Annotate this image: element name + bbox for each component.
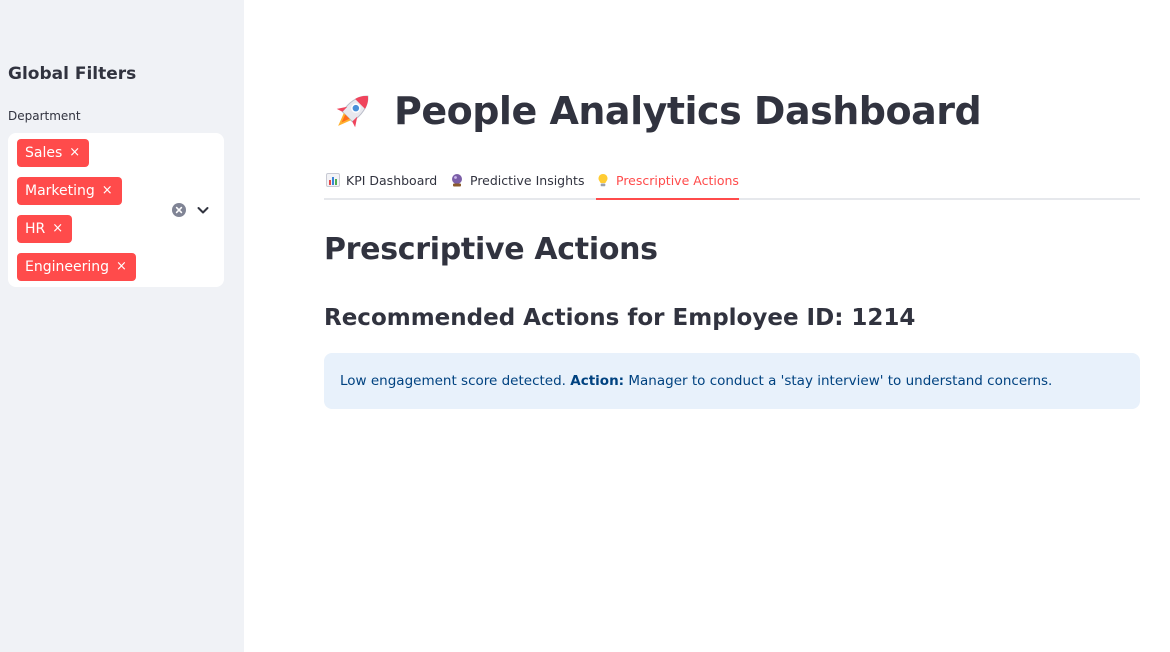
chip-label: HR — [25, 221, 46, 237]
tab-prescriptive-actions[interactable]: Prescriptive Actions — [596, 162, 739, 200]
tab-kpi-dashboard[interactable]: KPI Dashboard — [326, 162, 437, 198]
page-title: People Analytics Dashboard — [330, 88, 982, 134]
sidebar: Global Filters Department Sales × Market… — [0, 0, 244, 652]
tab-label: KPI Dashboard — [346, 172, 438, 188]
close-icon[interactable]: × — [116, 253, 127, 281]
department-multiselect[interactable]: Sales × Marketing × HR × Engineering × — [8, 133, 224, 287]
chip-label: Marketing — [25, 183, 95, 199]
sub-heading: Recommended Actions for Employee ID: 121… — [324, 305, 916, 331]
chip-engineering: Engineering × — [17, 253, 136, 281]
section-heading: Prescriptive Actions — [324, 232, 658, 267]
info-alert: Low engagement score detected. Action: M… — [324, 353, 1140, 409]
info-lead-text: Low engagement score detected. — [340, 373, 571, 389]
tab-bar: KPI Dashboard Predictive Insights Prescr… — [324, 162, 1140, 200]
app-root: Global Filters Department Sales × Market… — [0, 0, 1170, 652]
chip-label: Sales — [25, 145, 63, 161]
close-icon[interactable]: × — [52, 215, 63, 243]
close-icon[interactable]: × — [102, 177, 113, 205]
clear-all-icon[interactable] — [172, 203, 186, 217]
chip-hr: HR × — [17, 215, 73, 243]
action-label: Action: — [570, 373, 625, 389]
tab-predictive-insights[interactable]: Predictive Insights — [450, 162, 584, 198]
crystal-ball-icon — [452, 174, 462, 187]
chip-marketing: Marketing × — [17, 177, 122, 205]
rocket-icon — [336, 95, 369, 128]
page-title-text: People Analytics Dashboard — [394, 89, 982, 133]
chip-sales: Sales × — [17, 139, 90, 167]
bar-chart-icon — [326, 173, 340, 187]
department-label: Department — [8, 109, 81, 123]
chevron-down-icon[interactable] — [196, 203, 210, 217]
action-text: Manager to conduct a 'stay interview' to… — [624, 373, 1053, 389]
chip-label: Engineering — [25, 259, 109, 275]
close-icon[interactable]: × — [69, 139, 80, 167]
tab-label: Prescriptive Actions — [616, 172, 739, 188]
lightbulb-icon — [598, 174, 608, 187]
tab-label: Predictive Insights — [470, 172, 585, 188]
sidebar-title: Global Filters — [8, 64, 137, 84]
